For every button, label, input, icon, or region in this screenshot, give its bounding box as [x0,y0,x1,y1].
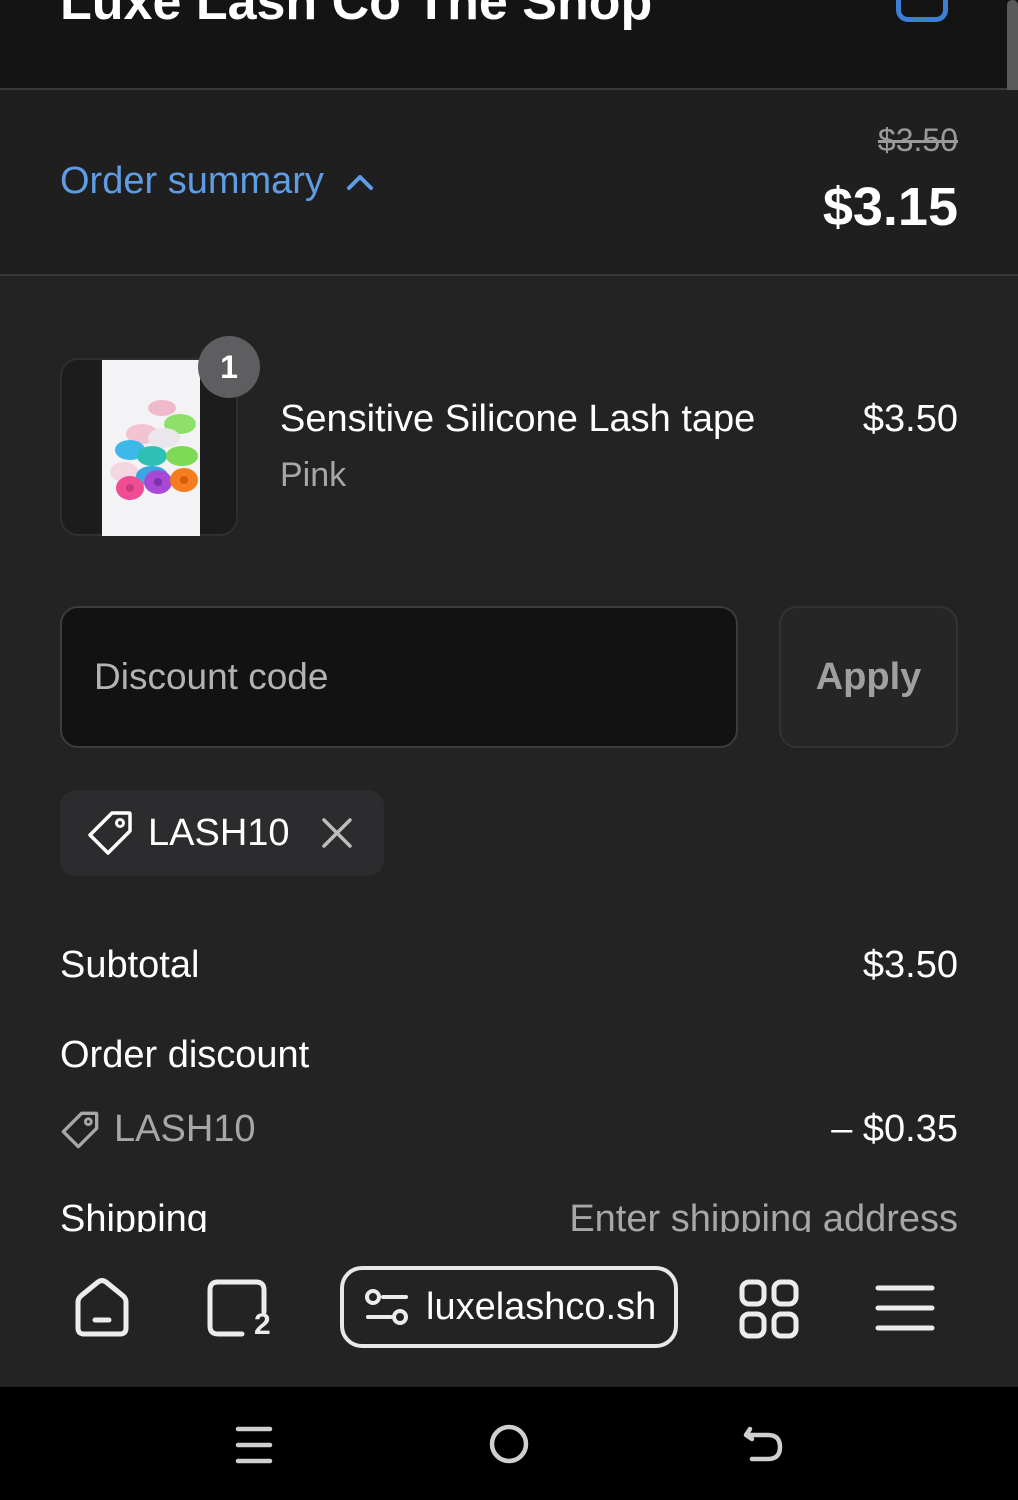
shipping-value: Enter shipping address [569,1198,958,1232]
browser-toolbar: 2 luxelashco.sh [0,1232,1018,1387]
order-discount-code-text: LASH10 [114,1108,256,1150]
subtotal-value: $3.50 [862,944,958,986]
home-icon[interactable] [72,1276,132,1338]
applied-discount-chip: LASH10 [60,790,384,876]
tab-count: 2 [254,1308,271,1341]
site-settings-icon[interactable] [364,1287,410,1327]
product-image [102,360,200,536]
cart-icon[interactable] [896,0,948,22]
system-navigation-bar [0,1387,1018,1500]
order-summary-toggle[interactable]: Order summary [60,160,374,203]
remove-discount-icon[interactable] [320,816,354,850]
menu-icon[interactable] [874,1282,936,1334]
original-total: $3.50 [877,122,958,158]
home-nav-icon[interactable] [488,1423,530,1465]
order-discount-amount: – $0.35 [831,1108,958,1150]
product-name: Sensitive Silicone Lash tape [280,398,756,440]
order-discount-label: Order discount [60,1034,310,1076]
subtotal-label: Subtotal [60,944,200,986]
url-text: luxelashco.sh [426,1285,657,1328]
order-summary-content: 1 Sensitive Silicone Lash tape Pink $3.5… [0,276,1018,1232]
applied-discount-code: LASH10 [148,811,290,854]
tag-icon [60,1110,100,1150]
tag-icon [86,809,134,857]
shop-title[interactable]: Luxe Lash Co The Shop [60,0,652,32]
chevron-up-icon [346,172,374,192]
discount-code-input[interactable] [60,606,738,748]
back-nav-icon[interactable] [742,1423,786,1465]
order-summary-bar[interactable]: Order summary $3.50 $3.15 [0,90,1018,276]
quantity-badge: 1 [198,336,260,398]
order-summary-label: Order summary [60,160,324,202]
product-price: $3.50 [862,398,958,440]
store-header: Luxe Lash Co The Shop [0,0,1018,90]
shipping-label: Shipping [60,1198,208,1232]
extensions-grid-icon[interactable] [738,1278,800,1340]
apply-button[interactable]: Apply [779,606,958,748]
product-variant: Pink [280,456,347,494]
order-total: $3.15 [822,177,958,237]
address-bar[interactable]: luxelashco.sh [340,1266,678,1348]
recent-apps-icon[interactable] [234,1425,274,1465]
order-discount-code: LASH10 [60,1108,256,1151]
